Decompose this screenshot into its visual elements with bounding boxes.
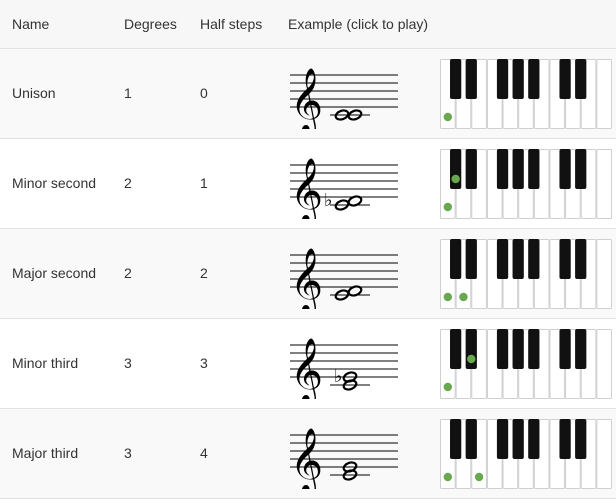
black-key (496, 419, 509, 459)
black-key (450, 59, 462, 99)
black-key (575, 239, 587, 279)
white-key (596, 239, 612, 309)
black-key (528, 149, 540, 189)
table-row: Minor second 2 1 𝄞 ♭ (0, 139, 616, 229)
piano-keyboard-play[interactable] (440, 59, 612, 129)
black-key (575, 149, 587, 189)
black-key (512, 419, 524, 459)
highlight-dot (443, 292, 453, 302)
flat-sign-icon: ♭ (334, 366, 343, 387)
white-key (596, 59, 612, 129)
highlight-dot (443, 472, 453, 482)
treble-clef-icon: 𝄞 (290, 68, 323, 129)
black-key (559, 329, 571, 369)
black-key (528, 329, 540, 369)
interval-name: Minor third (12, 355, 79, 371)
treble-clef-icon: 𝄞 (290, 428, 323, 489)
interval-degrees: 3 (124, 445, 132, 461)
staff-notation-play[interactable]: 𝄞 ♭ (286, 329, 402, 399)
interval-name: Major third (12, 445, 79, 461)
interval-half-steps: 0 (200, 85, 208, 101)
black-key (559, 419, 571, 459)
treble-clef-icon: 𝄞 (290, 338, 323, 399)
interval-degrees: 3 (124, 355, 132, 371)
black-key (559, 149, 571, 189)
highlight-dot (459, 292, 468, 302)
black-key (465, 419, 477, 459)
black-key (496, 329, 509, 369)
header-name: Name (12, 16, 50, 32)
black-key (496, 59, 509, 99)
interval-half-steps: 2 (200, 265, 208, 281)
header-degrees: Degrees (124, 16, 177, 32)
highlight-dot (467, 354, 476, 364)
piano-keyboard-play[interactable] (440, 329, 612, 399)
highlight-dot (443, 112, 453, 122)
black-key (559, 59, 571, 99)
black-key (450, 329, 462, 369)
black-key (450, 419, 462, 459)
table-row: Minor third 3 3 𝄞 ♭ (0, 319, 616, 409)
highlight-dot (474, 472, 484, 482)
table-row: Major third 3 4 𝄞 (0, 409, 616, 499)
black-key (528, 59, 540, 99)
black-key (496, 239, 509, 279)
staff-notation-play[interactable]: 𝄞 (286, 419, 402, 489)
piano-keyboard-play[interactable] (440, 239, 612, 309)
interval-degrees: 2 (124, 175, 132, 191)
highlight-dot (443, 382, 453, 392)
black-key (465, 149, 477, 189)
white-key (596, 419, 612, 489)
black-key (512, 149, 524, 189)
flat-sign-icon: ♭ (324, 190, 333, 211)
interval-name: Unison (12, 85, 56, 101)
black-key (496, 149, 509, 189)
staff-notation-play[interactable]: 𝄞 (286, 239, 402, 309)
intervals-table: Name Degrees Half steps Example (click t… (0, 0, 616, 499)
table-header: Name Degrees Half steps Example (click t… (0, 0, 616, 49)
black-key (450, 239, 462, 279)
piano-keyboard-play[interactable] (440, 149, 612, 219)
treble-clef-icon: 𝄞 (290, 248, 323, 309)
interval-degrees: 2 (124, 265, 132, 281)
black-key (575, 329, 587, 369)
black-key (512, 239, 524, 279)
treble-clef-icon: 𝄞 (290, 158, 323, 219)
table-row: Unison 1 0 𝄞 (0, 49, 616, 139)
black-key (512, 59, 524, 99)
black-key (465, 59, 477, 99)
table-row: Major second 2 2 𝄞 (0, 229, 616, 319)
black-key (528, 419, 540, 459)
staff-notation-play[interactable]: 𝄞 ♭ (286, 149, 402, 219)
black-key (528, 239, 540, 279)
interval-name: Minor second (12, 175, 97, 191)
highlight-dot (443, 202, 453, 212)
black-key (575, 419, 587, 459)
black-key (575, 59, 587, 99)
header-example: Example (click to play) (288, 16, 429, 32)
interval-half-steps: 1 (200, 175, 208, 191)
staff-notation-play[interactable]: 𝄞 (286, 59, 402, 129)
interval-half-steps: 4 (200, 445, 208, 461)
header-half-steps: Half steps (200, 16, 263, 32)
black-key (512, 329, 524, 369)
white-key (596, 149, 612, 219)
highlight-dot (451, 174, 460, 184)
black-key (559, 239, 571, 279)
white-key (596, 329, 612, 399)
interval-name: Major second (12, 265, 97, 281)
interval-degrees: 1 (124, 85, 132, 101)
piano-keyboard-play[interactable] (440, 419, 612, 489)
black-key (465, 239, 477, 279)
interval-half-steps: 3 (200, 355, 208, 371)
